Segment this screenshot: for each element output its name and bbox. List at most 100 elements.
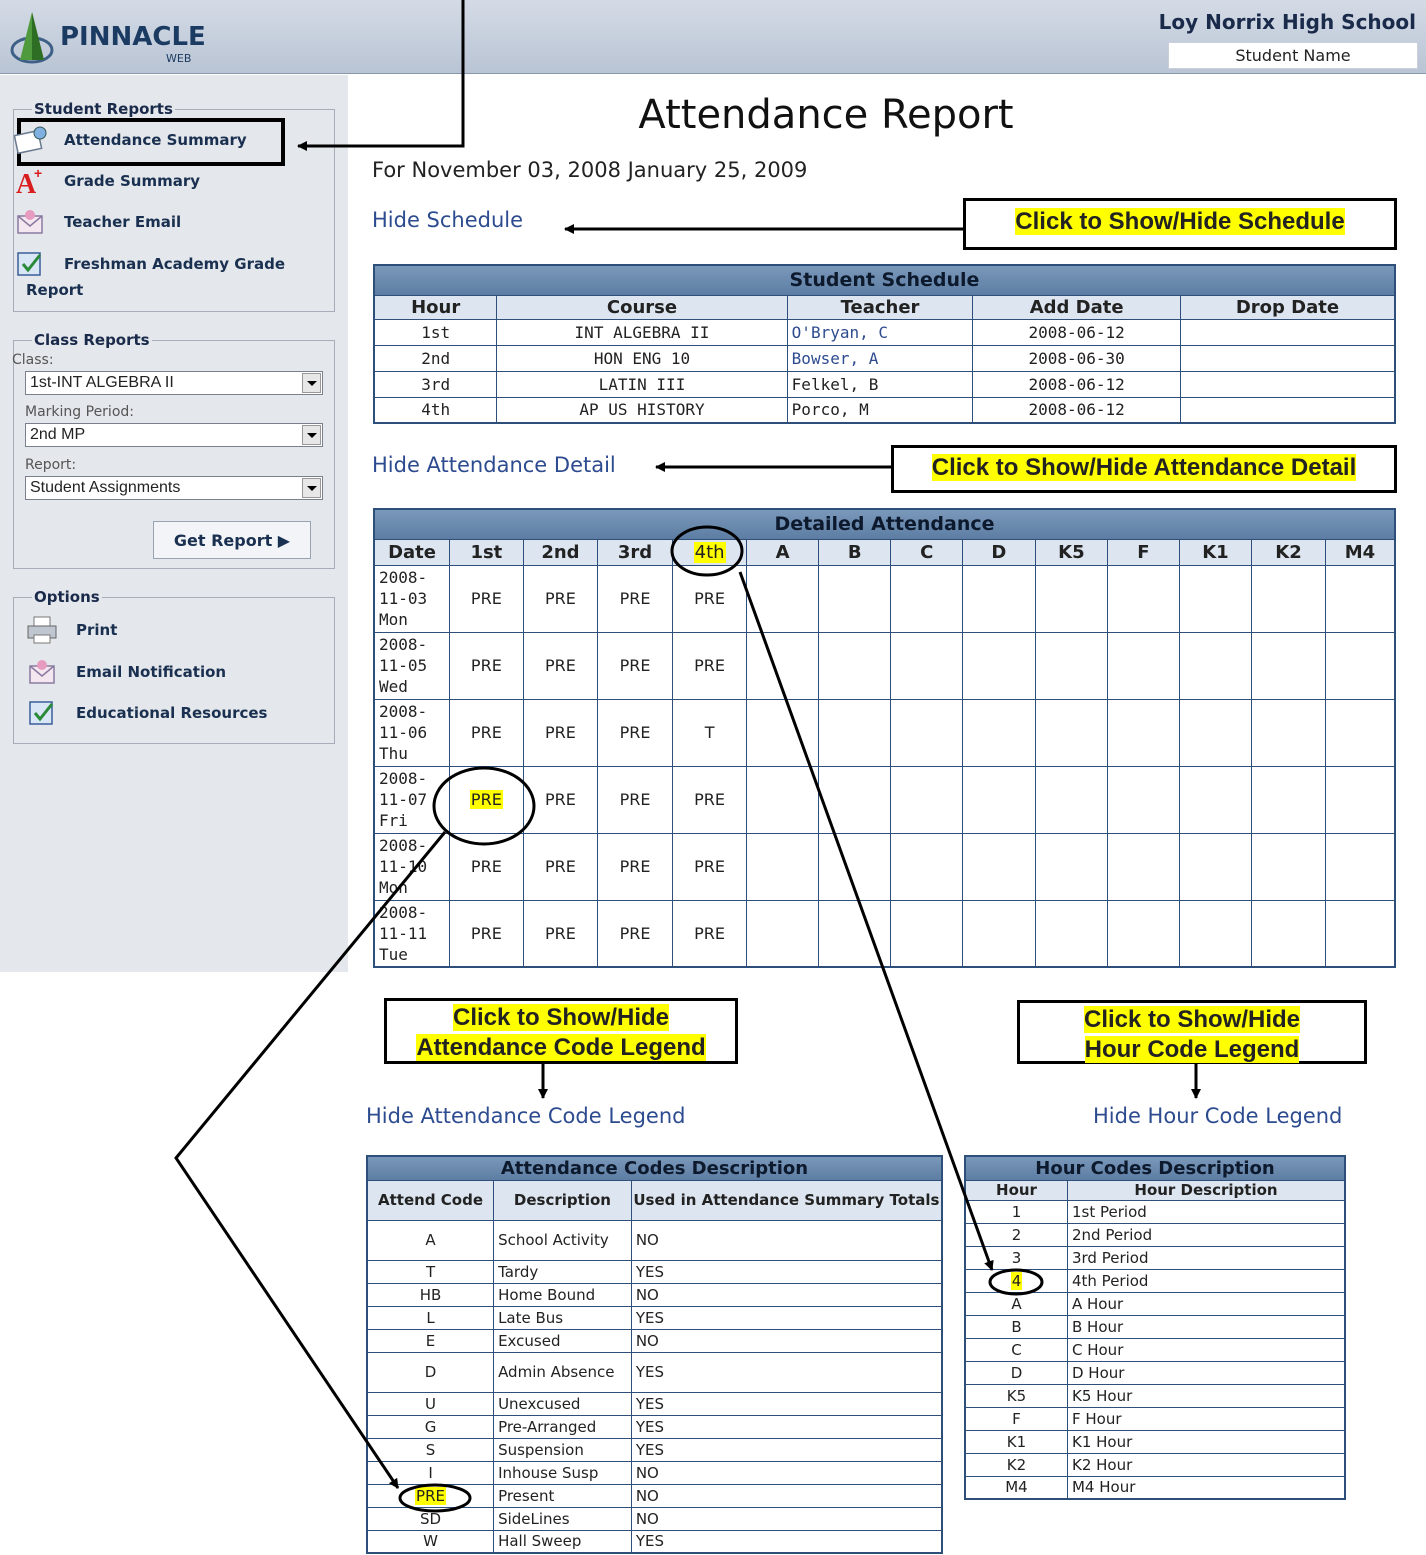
attendance-value: PRE [470, 589, 502, 608]
report-select[interactable]: Student Assignments [25, 476, 323, 500]
class-select[interactable]: 1st-INT ALGEBRA II [25, 371, 323, 395]
hour-code-cell: K1 [964, 1429, 1068, 1454]
code-used-in-totals-cell: YES [630, 1351, 943, 1393]
attendance-value: PRE [544, 589, 576, 608]
class-label: Class: [12, 352, 54, 368]
attendance-value-cell [962, 631, 1036, 700]
schedule-column-header: Course [496, 294, 788, 320]
sidebar-item-label-continued[interactable]: Report [26, 281, 83, 299]
table-row: 2008- 11-06 Thu PRE PRE PRE T [373, 698, 1396, 767]
attendance-value-cell [1251, 698, 1326, 767]
svg-text:+: + [34, 166, 42, 181]
attendance-column-header-text: C [920, 541, 934, 563]
brand-sub: WEB [166, 52, 192, 65]
get-report-button[interactable]: Get Report ▶ [153, 521, 311, 559]
codes-caption: Attendance Codes Description [366, 1155, 943, 1181]
date-range: For November 03, 2008 January 25, 2009 [372, 158, 808, 182]
schedule-add-date-cell: 2008-06-12 [972, 370, 1181, 398]
attendance-value-cell: PRE [597, 765, 673, 834]
sidebar-item-attendance-summary[interactable]: Attendance Summary [13, 123, 247, 157]
hide-attendance-code-legend-link[interactable]: Hide Attendance Code Legend [366, 1104, 685, 1128]
schedule-add-date-cell: 2008-06-30 [972, 344, 1181, 372]
attendance-date-cell: 2008- 11-03 Mon [373, 564, 451, 633]
schedule-teacher-cell[interactable]: Bowser, A [786, 344, 974, 372]
hour-description-cell: C Hour [1066, 1337, 1346, 1362]
table-row: 4 4th Period [964, 1268, 1346, 1293]
attendance-value-cell: PRE [671, 564, 748, 633]
attendance-column-header-text: 3rd [617, 541, 653, 563]
sidebar-item-educational-resources[interactable]: Educational Resources [26, 696, 267, 730]
attendance-column-header: 4th [671, 538, 748, 566]
hide-hour-code-legend-link[interactable]: Hide Hour Code Legend [1093, 1104, 1342, 1128]
attendance-date-part: 11-10 [379, 857, 428, 876]
attendance-column-header-text: K1 [1202, 541, 1229, 563]
table-row: C C Hour [964, 1337, 1346, 1362]
table-row: 2 2nd Period [964, 1222, 1346, 1247]
sidebar-item-label: Educational Resources [76, 704, 268, 722]
attendance-value-cell [1107, 631, 1180, 700]
code-description-cell: School Activity [493, 1219, 632, 1261]
code-value: HB [419, 1285, 442, 1304]
pinnacle-logo-icon [10, 12, 54, 64]
attendance-date-cell: 2008- 11-06 Thu [373, 698, 451, 767]
attendance-value-cell [1324, 765, 1396, 834]
attendance-value-cell [962, 765, 1036, 834]
checklist-icon [14, 249, 48, 279]
table-row: 2008- 11-07 Fri PRE PRE PRE PRE [373, 765, 1396, 834]
hour-code-value: D [1010, 1363, 1023, 1382]
sidebar-item-freshman-academy[interactable]: Freshman Academy Grade [14, 247, 285, 281]
attendance-date-part: Thu [379, 744, 408, 763]
attendance-value-cell [890, 698, 964, 767]
attendance-value: PRE [619, 723, 651, 742]
brand-name: PINNACLE [60, 22, 206, 52]
schedule-course-cell: AP US HISTORY [496, 396, 788, 424]
attendance-value-cell [890, 832, 964, 901]
attendance-column-header: F [1107, 538, 1180, 566]
marking-period-select[interactable]: 2nd MP [25, 423, 323, 447]
chevron-down-icon[interactable] [302, 478, 321, 498]
table-row: K2 K2 Hour [964, 1452, 1346, 1477]
table-row: B B Hour [964, 1314, 1346, 1339]
hour-code-value: 2 [1011, 1225, 1022, 1244]
sidebar-item-label: Teacher Email [64, 213, 182, 231]
sidebar-item-email-notification[interactable]: Email Notification [26, 655, 226, 689]
table-row: 4th AP US HISTORY Porco, M 2008-06-12 [373, 396, 1396, 424]
hide-attendance-detail-link[interactable]: Hide Attendance Detail [372, 453, 616, 477]
hour-code-cell: 1 [964, 1199, 1068, 1224]
hour-code-cell: D [964, 1360, 1068, 1385]
class-reports-legend: Class Reports [34, 331, 150, 349]
attendance-column-header: C [890, 538, 964, 566]
sidebar-item-grade-summary[interactable]: A + Grade Summary [14, 164, 200, 200]
attendance-value: PRE [694, 857, 726, 876]
attendance-date-part: Mon [379, 878, 408, 897]
hide-schedule-link[interactable]: Hide Schedule [372, 208, 523, 232]
attendance-value-cell [962, 698, 1036, 767]
attendance-value-cell [890, 564, 964, 633]
grade-a-plus-icon: A + [14, 165, 48, 200]
attendance-header-row: Date 1st 2nd 3rd 4th A B C D K5 F K1 K2 M4 [373, 538, 1396, 566]
table-row: K5 K5 Hour [964, 1383, 1346, 1408]
hour-code-value: A [1011, 1294, 1022, 1313]
attendance-column-header-text: A [775, 541, 790, 563]
schedule-course-cell: HON ENG 10 [496, 344, 788, 372]
hour-code-value: 1 [1011, 1202, 1022, 1221]
code-value: S [425, 1440, 436, 1459]
attendance-value: PRE [694, 790, 726, 809]
chevron-down-icon[interactable] [302, 373, 321, 393]
schedule-teacher-cell[interactable]: O'Bryan, C [786, 318, 974, 346]
pinnacle-logo[interactable]: PINNACLE WEB [8, 10, 228, 68]
attendance-value: PRE [469, 790, 503, 809]
sidebar-item-print[interactable]: Print [26, 613, 117, 647]
hour-description-cell: K1 Hour [1066, 1429, 1346, 1454]
attendance-column-header: A [746, 538, 819, 566]
code-value: I [428, 1463, 433, 1482]
table-row: F F Hour [964, 1406, 1346, 1431]
chevron-down-icon[interactable] [302, 425, 321, 445]
codes-caption-row: Attendance Codes Description [366, 1155, 943, 1181]
sidebar-item-teacher-email[interactable]: Teacher Email [14, 205, 181, 239]
attendance-column-header-text: 1st [470, 541, 503, 563]
hour-description-cell: 2nd Period [1066, 1222, 1346, 1247]
attendance-column-header: M4 [1324, 538, 1396, 566]
hour-description-cell: 4th Period [1066, 1268, 1346, 1293]
attendance-value-cell [1324, 564, 1396, 633]
